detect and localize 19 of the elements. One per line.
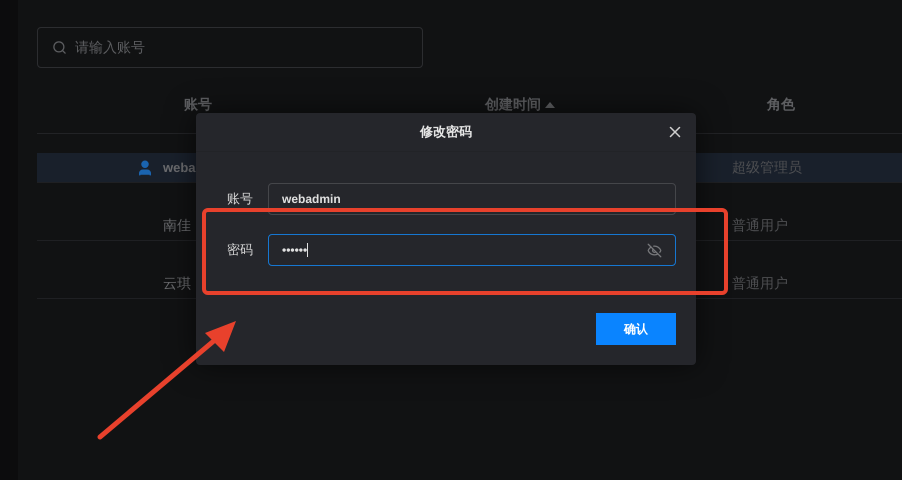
text-cursor: [307, 243, 308, 257]
search-field[interactable]: 请输入账号: [37, 27, 423, 68]
dialog-title: 修改密码: [420, 123, 472, 142]
column-header[interactable]: 角色: [767, 94, 795, 115]
column-header[interactable]: 创建时间: [485, 94, 541, 115]
role-text: 普通用户: [732, 216, 788, 235]
field-label: 账号: [227, 190, 254, 208]
account-name: 南佳: [163, 216, 191, 235]
account-name: 云琪: [163, 274, 191, 293]
password-field[interactable]: ••••••: [268, 234, 676, 266]
column-header[interactable]: 账号: [184, 94, 212, 115]
search-icon: [52, 40, 67, 55]
eye-off-icon[interactable]: [647, 242, 662, 258]
account-field[interactable]: webadmin: [268, 183, 676, 215]
search-input[interactable]: 请输入账号: [75, 37, 395, 58]
role-text: 普通用户: [732, 274, 788, 293]
account-name: weba: [163, 158, 196, 177]
field-label: 密码: [227, 241, 254, 260]
confirm-button[interactable]: 确认: [596, 313, 676, 345]
